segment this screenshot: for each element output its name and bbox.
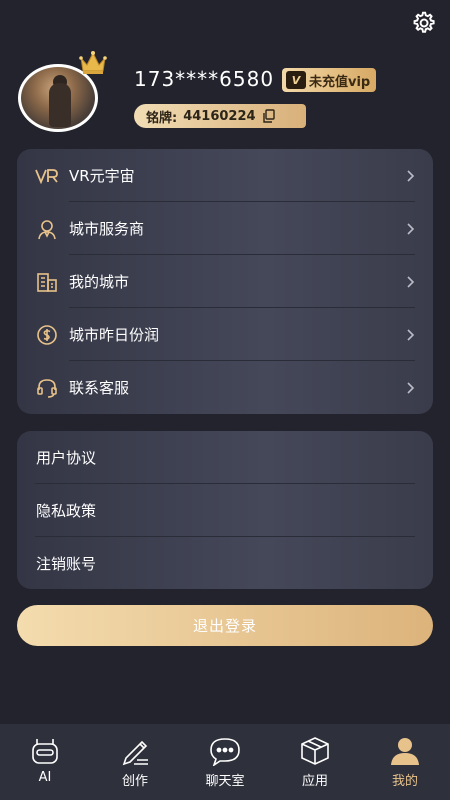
- menu-item-privacy-policy[interactable]: 隐私政策: [36, 484, 415, 537]
- menu-item-vr-metaverse[interactable]: VR元宇宙: [35, 149, 415, 202]
- tab-create[interactable]: 创作: [90, 724, 180, 800]
- menu-item-my-city[interactable]: 我的城市: [35, 255, 415, 308]
- menu-item-label: 联系客服: [69, 379, 130, 397]
- menu-item-label: 注销账号: [36, 555, 97, 573]
- chat-bubble-icon: [210, 738, 240, 766]
- pen-icon: [122, 740, 148, 766]
- menu-item-label: VR元宇宙: [69, 167, 135, 185]
- menu-item-delete-account[interactable]: 注销账号: [36, 537, 415, 590]
- gear-icon[interactable]: [410, 10, 436, 36]
- headset-icon: [35, 376, 59, 400]
- menu-item-customer-service[interactable]: 联系客服: [35, 361, 415, 414]
- nameplate-value: 44160224: [183, 108, 256, 124]
- chevron-right-icon: [407, 381, 415, 394]
- user-icon: [391, 738, 419, 765]
- menu-item-label: 隐私政策: [36, 502, 97, 520]
- vip-status-label: 未充值vip: [309, 74, 371, 90]
- crown-icon: [79, 51, 107, 74]
- chevron-right-icon: [407, 275, 415, 288]
- tab-label: 我的: [391, 774, 418, 789]
- person-icon: [35, 217, 59, 241]
- vip-badge[interactable]: V 未充值vip: [282, 68, 376, 92]
- tab-label: 聊天室: [205, 774, 245, 789]
- phone-number: 173****6580: [134, 67, 275, 91]
- menu-item-user-agreement[interactable]: 用户协议: [36, 431, 415, 484]
- tab-chatroom[interactable]: 聊天室: [180, 724, 270, 800]
- tab-label: AI: [38, 770, 52, 785]
- nameplate-label: 铭牌:: [146, 110, 178, 126]
- menu-item-city-service-provider[interactable]: 城市服务商: [35, 202, 415, 255]
- nameplate-badge: 铭牌: 44160224: [134, 104, 306, 128]
- chevron-right-icon: [407, 169, 415, 182]
- menu-item-city-yesterday-share[interactable]: 城市昨日份润: [35, 308, 415, 361]
- chevron-right-icon: [407, 328, 415, 341]
- menu-item-label: 城市昨日份润: [69, 326, 160, 344]
- tab-apps[interactable]: 应用: [270, 724, 360, 800]
- vr-icon: [35, 164, 59, 188]
- tab-ai[interactable]: AI: [0, 724, 90, 800]
- box-icon: [301, 737, 329, 765]
- dollar-coin-icon: [35, 323, 59, 347]
- logout-button[interactable]: 退出登录: [17, 605, 433, 646]
- building-icon: [35, 270, 59, 294]
- copy-icon[interactable]: [262, 109, 276, 123]
- menu-item-label: 城市服务商: [69, 220, 145, 238]
- vip-logo-icon: V: [286, 71, 306, 89]
- feature-menu-card: VR元宇宙 城市服务商 我的城市 城市昨日份润 联系客服: [17, 149, 433, 414]
- tab-label: 创作: [121, 774, 148, 789]
- robot-icon: [32, 739, 58, 764]
- tab-mine[interactable]: 我的: [360, 724, 450, 800]
- bottom-tab-bar: AI 创作 聊天室 应用 我的: [0, 724, 450, 800]
- tab-label: 应用: [301, 774, 328, 789]
- menu-item-label: 用户协议: [36, 449, 97, 467]
- account-menu-card: 用户协议 隐私政策 注销账号: [17, 431, 433, 589]
- menu-item-label: 我的城市: [69, 273, 130, 291]
- chevron-right-icon: [407, 222, 415, 235]
